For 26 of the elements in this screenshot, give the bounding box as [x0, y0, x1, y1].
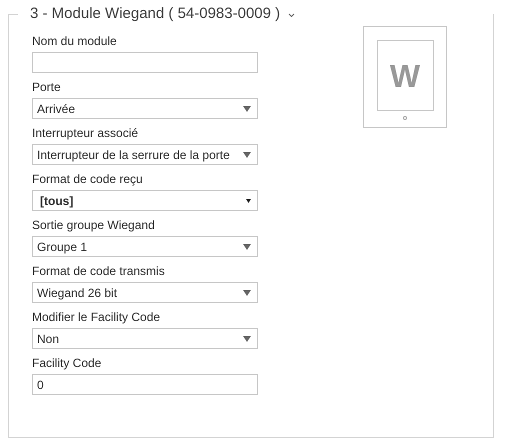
dropdown[interactable]: Non — [32, 328, 258, 349]
field-label: Interrupteur associé — [32, 126, 140, 141]
dropdown[interactable]: [tous] — [32, 190, 258, 211]
section-title: 3 - Module Wiegand ( 54-0983-0009 ) — [30, 5, 280, 23]
field-label: Modifier le Facility Code — [32, 310, 162, 325]
module-letter: W — [390, 56, 420, 96]
field-label: Nom du module — [32, 34, 118, 49]
field-label: Format de code reçu — [32, 172, 144, 187]
caret-icon — [243, 244, 251, 250]
dropdown[interactable]: Arrivée — [32, 98, 258, 119]
chevron-icon[interactable] — [288, 12, 296, 18]
dropdown[interactable]: Groupe 1 — [32, 236, 258, 257]
field-label: Facility Code — [32, 356, 102, 371]
field-label: Format de code transmis — [32, 264, 166, 279]
dropdown[interactable]: Wiegand 26 bit — [32, 282, 258, 303]
caret-icon — [246, 198, 251, 202]
caret-icon — [243, 290, 251, 296]
field-label: Sortie groupe Wiegand — [32, 218, 156, 233]
field-label: Porte — [32, 80, 62, 95]
dropdown[interactable]: Interrupteur de la serrure de la porte — [32, 144, 258, 165]
caret-icon — [243, 106, 251, 112]
caret-icon — [243, 152, 251, 158]
input-field[interactable]: 0 — [32, 374, 258, 395]
led-icon — [403, 116, 407, 120]
caret-icon — [243, 336, 251, 342]
input-field[interactable] — [32, 52, 258, 73]
